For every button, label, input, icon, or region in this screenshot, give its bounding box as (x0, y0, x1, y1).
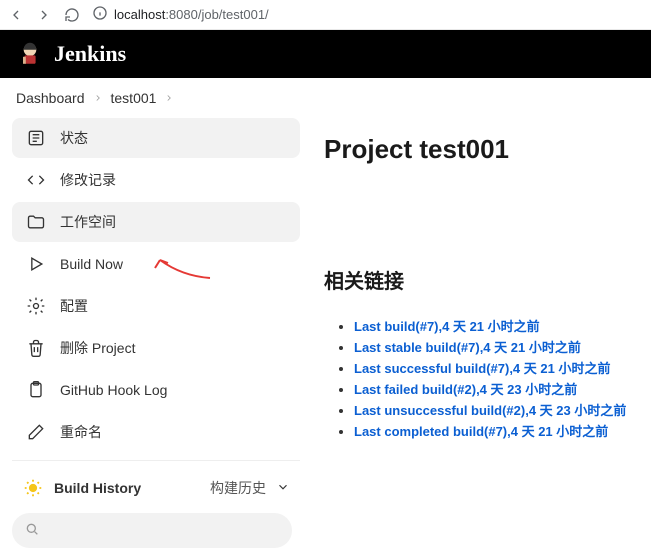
code-icon (26, 170, 46, 190)
related-links-heading: 相关链接 (324, 265, 639, 294)
jenkins-logo-icon (16, 40, 44, 68)
link-last-failed-build[interactable]: Last failed build(#2),4 天 23 小时之前 (354, 382, 577, 397)
sidebar-item-label: Build Now (60, 256, 123, 272)
related-links-list: Last build(#7),4 天 21 小时之前 Last stable b… (324, 316, 639, 440)
url-host: localhost (114, 7, 165, 22)
breadcrumb-dashboard[interactable]: Dashboard (16, 90, 85, 106)
breadcrumbs: Dashboard test001 (0, 78, 651, 118)
sidebar-item-label: 修改记录 (60, 170, 116, 190)
sidebar-item-configure[interactable]: 配置 (12, 286, 300, 326)
sidebar-item-changes[interactable]: 修改记录 (12, 160, 300, 200)
sidebar-item-label: 配置 (60, 296, 88, 316)
chevron-down-icon[interactable] (276, 480, 290, 497)
build-history-subtitle: 构建历史 (210, 478, 266, 498)
url-path: :8080/job/test001/ (165, 7, 268, 22)
site-info-icon (92, 5, 108, 24)
link-last-unsuccessful-build[interactable]: Last unsuccessful build(#2),4 天 23 小时之前 (354, 403, 626, 418)
breadcrumb-project[interactable]: test001 (111, 90, 157, 106)
address-bar[interactable]: localhost:8080/job/test001/ (92, 5, 643, 24)
search-icon (24, 521, 40, 540)
link-last-successful-build[interactable]: Last successful build(#7),4 天 21 小时之前 (354, 361, 610, 376)
back-button[interactable] (8, 7, 24, 23)
sidebar-item-delete[interactable]: 删除 Project (12, 328, 300, 368)
browser-toolbar: localhost:8080/job/test001/ (0, 0, 651, 30)
chevron-right-icon (93, 93, 103, 103)
sidebar-item-build-now[interactable]: Build Now (12, 244, 300, 284)
gear-icon (26, 296, 46, 316)
build-history-header[interactable]: Build History 构建历史 (12, 469, 300, 507)
sidebar-item-status[interactable]: 状态 (12, 118, 300, 158)
sidebar-item-label: 重命名 (60, 422, 102, 442)
reload-button[interactable] (64, 7, 80, 23)
sidebar-item-label: GitHub Hook Log (60, 382, 167, 398)
page-title: Project test001 (324, 134, 639, 165)
sidebar-item-label: 删除 Project (60, 338, 135, 358)
clipboard-icon (26, 380, 46, 400)
link-last-stable-build[interactable]: Last stable build(#7),4 天 21 小时之前 (354, 340, 581, 355)
divider (12, 460, 300, 461)
edit-icon (26, 422, 46, 442)
annotation-arrow-icon (152, 254, 212, 284)
link-last-completed-build[interactable]: Last completed build(#7),4 天 21 小时之前 (354, 424, 608, 439)
link-last-build[interactable]: Last build(#7),4 天 21 小时之前 (354, 319, 540, 334)
jenkins-header: Jenkins (0, 30, 651, 78)
folder-icon (26, 212, 46, 232)
sun-icon (22, 477, 44, 499)
chevron-right-icon (164, 93, 174, 103)
sidebar-item-workspace[interactable]: 工作空间 (12, 202, 300, 242)
build-history-title: Build History (54, 480, 141, 496)
sidebar: 状态 修改记录 工作空间 Build Now 配置 删除 Project Git… (12, 118, 300, 548)
status-icon (26, 128, 46, 148)
sidebar-item-label: 工作空间 (60, 212, 116, 232)
main-content: Project test001 相关链接 Last build(#7),4 天 … (324, 118, 639, 548)
forward-button[interactable] (36, 7, 52, 23)
sidebar-item-github-hook[interactable]: GitHub Hook Log (12, 370, 300, 410)
build-filter[interactable] (12, 513, 292, 548)
trash-icon (26, 338, 46, 358)
sidebar-item-rename[interactable]: 重命名 (12, 412, 300, 452)
sidebar-item-label: 状态 (60, 128, 88, 148)
jenkins-title[interactable]: Jenkins (54, 41, 126, 67)
play-icon (26, 254, 46, 274)
